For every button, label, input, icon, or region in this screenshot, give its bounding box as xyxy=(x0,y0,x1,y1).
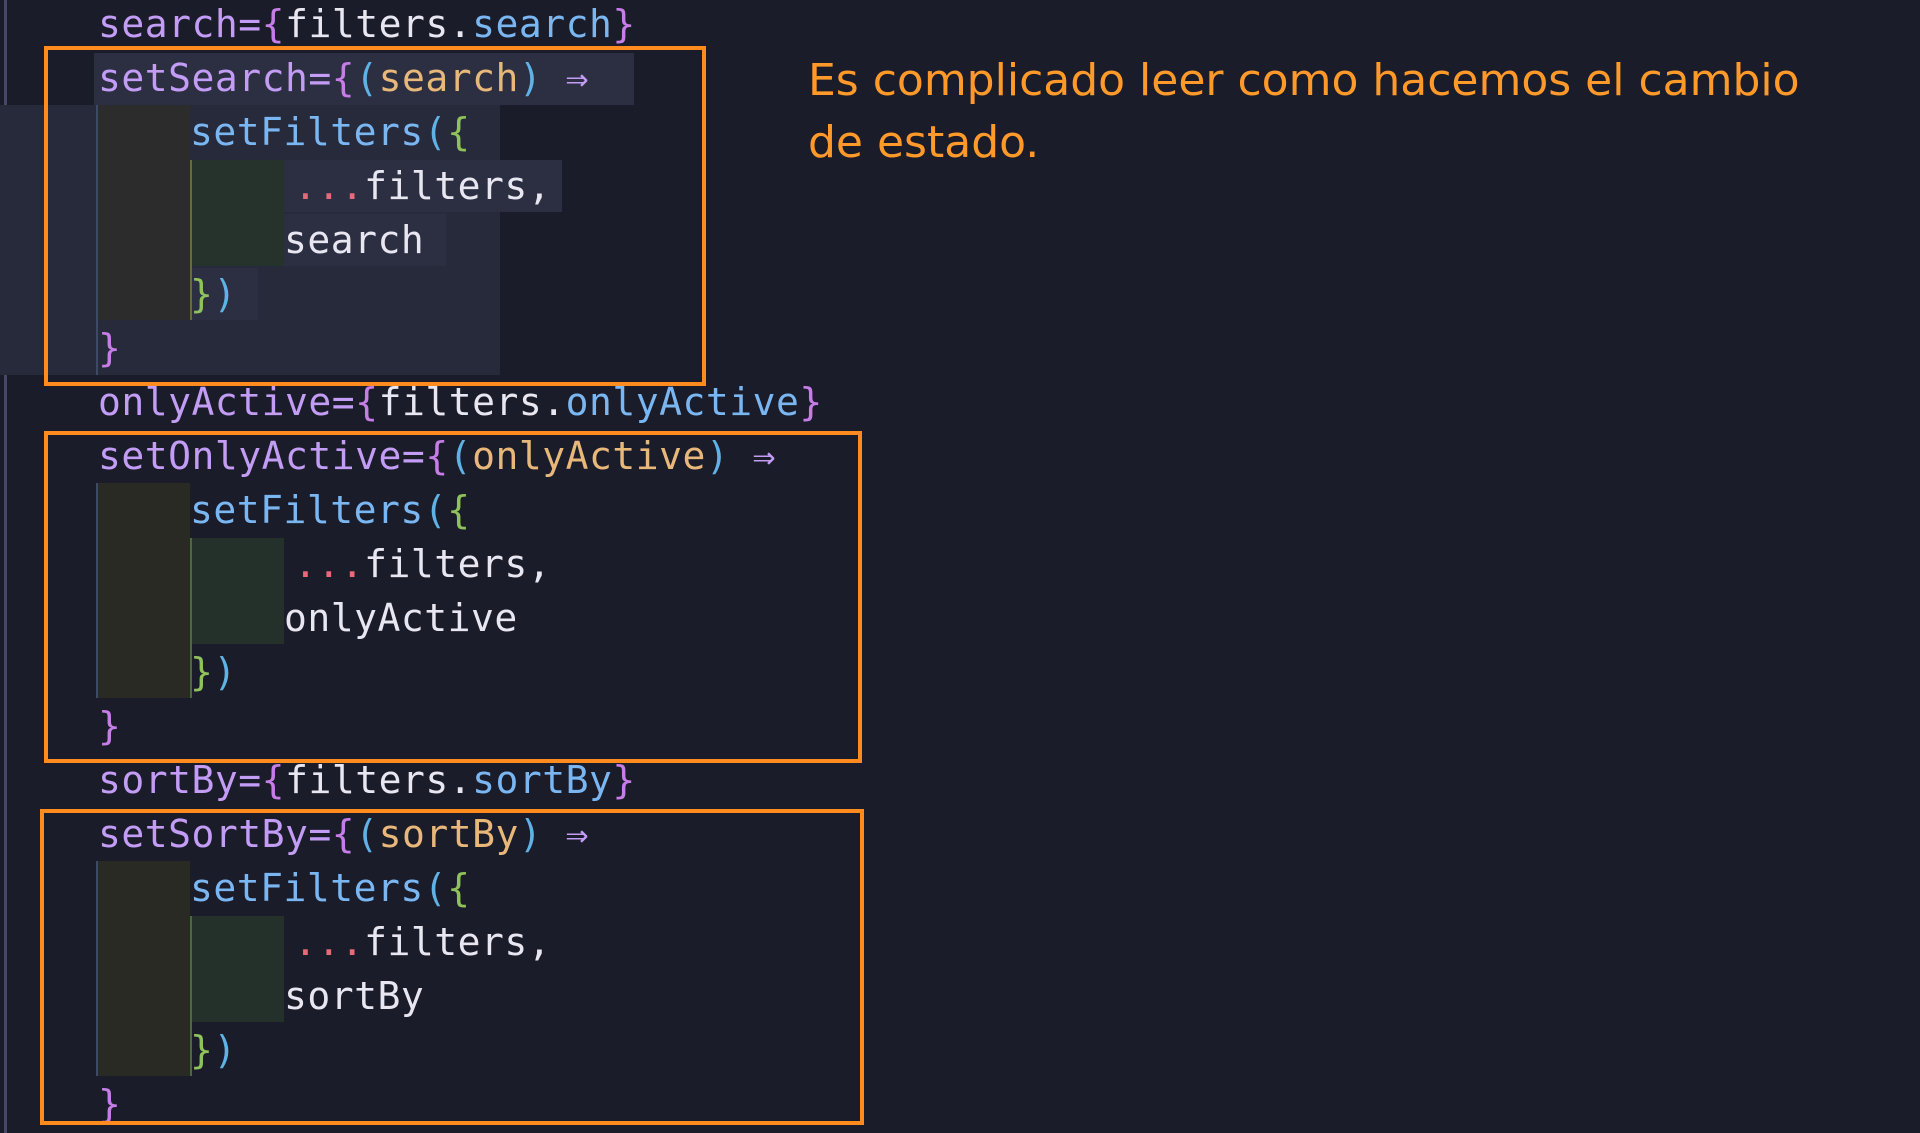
annotation-box-setsortby xyxy=(40,809,864,1125)
brace: { xyxy=(355,380,379,424)
identifier: filters xyxy=(285,2,449,46)
annotation-box-setsearch xyxy=(44,46,706,386)
jsx-attribute: onlyActive xyxy=(98,380,332,424)
equals-sign: = xyxy=(238,2,262,46)
property: search xyxy=(472,2,613,46)
brace: { xyxy=(261,2,286,46)
annotation-box-setonlyactive xyxy=(44,431,862,763)
identifier: filters xyxy=(285,758,449,802)
dot: . xyxy=(542,380,566,424)
code-editor[interactable]: search={filters.search} setSearch={(sear… xyxy=(0,0,1920,1133)
code-line-search-prop: search={filters.search} xyxy=(98,0,636,51)
annotation-note: Es complicado leer como hacemos el cambi… xyxy=(808,55,1800,168)
brace: } xyxy=(612,758,636,802)
jsx-attribute: sortBy xyxy=(98,758,239,802)
equals-sign: = xyxy=(331,380,356,424)
equals-sign: = xyxy=(238,758,262,802)
jsx-attribute: search xyxy=(98,2,239,46)
property: sortBy xyxy=(472,758,613,802)
brace: } xyxy=(612,2,636,46)
identifier: filters xyxy=(378,380,543,424)
dot: . xyxy=(448,758,473,802)
brace: } xyxy=(799,380,823,424)
dot: . xyxy=(448,2,473,46)
property: onlyActive xyxy=(565,380,800,424)
brace: { xyxy=(261,758,286,802)
